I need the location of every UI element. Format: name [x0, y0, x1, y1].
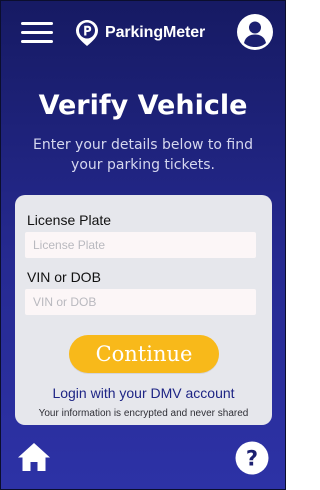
page-subtitle: Enter your details below to find your pa…: [33, 137, 253, 173]
user-avatar-icon[interactable]: [237, 14, 273, 50]
verify-form-card: License Plate VIN or DOB Continue Login …: [15, 195, 272, 425]
menu-line: [21, 40, 53, 43]
menu-line: [21, 31, 53, 34]
vin-or-dob-label: VIN or DOB: [27, 269, 101, 285]
brand: ParkingMeter: [75, 19, 205, 47]
help-icon[interactable]: ?: [235, 441, 269, 475]
continue-button[interactable]: Continue: [69, 335, 219, 373]
vin-or-dob-input[interactable]: [25, 289, 256, 315]
parking-pin-icon: [76, 20, 98, 46]
dmv-login-link[interactable]: Login with your DMV account: [15, 385, 272, 401]
top-bar: ParkingMeter: [1, 1, 285, 67]
page-title: Verify Vehicle: [38, 90, 248, 121]
app-screen: ParkingMeter Verify Vehicle Enter your d…: [0, 0, 286, 490]
home-icon[interactable]: [17, 441, 51, 473]
hamburger-menu-icon[interactable]: [21, 22, 53, 44]
app-name: ParkingMeter: [105, 24, 206, 41]
license-plate-input[interactable]: [25, 232, 256, 258]
security-note: Your information is encrypted and never …: [38, 408, 249, 419]
license-plate-label: License Plate: [27, 212, 112, 228]
svg-text:?: ?: [246, 447, 258, 471]
menu-line: [21, 22, 53, 25]
